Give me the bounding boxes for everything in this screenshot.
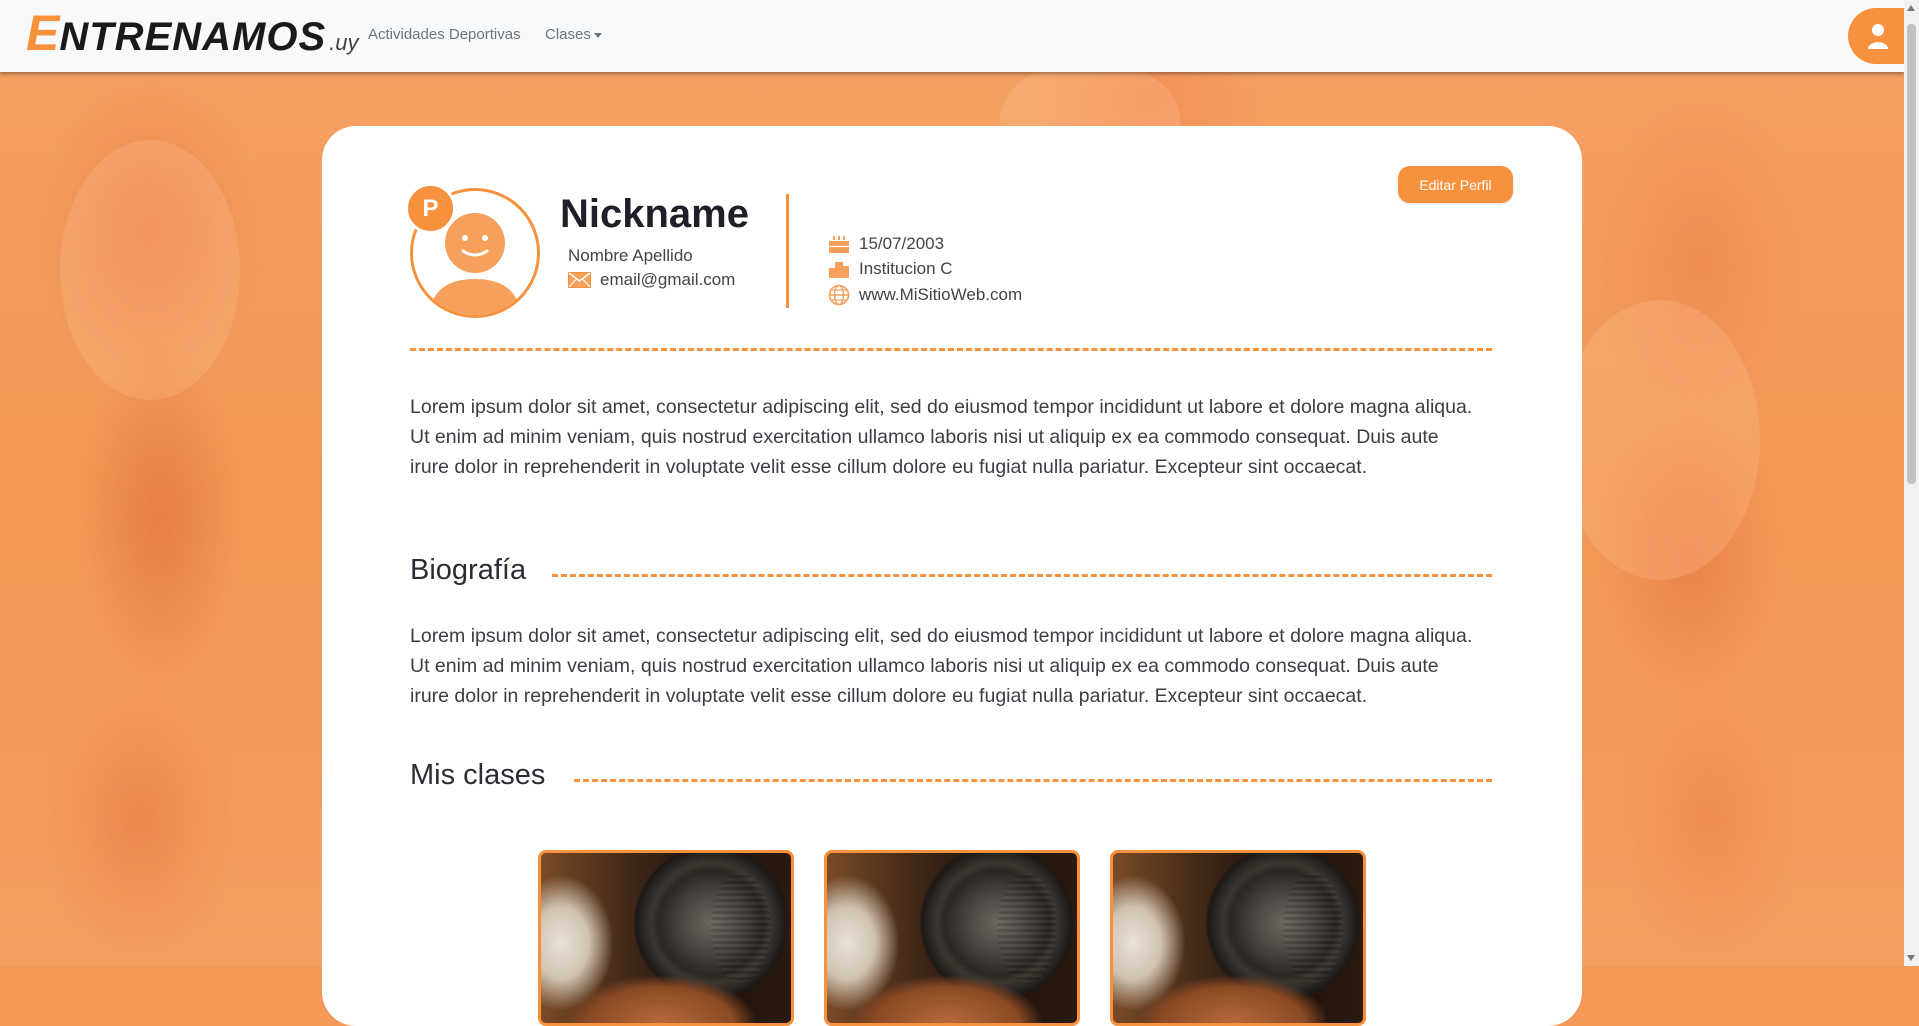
birthdate-row: 15/07/2003: [828, 234, 944, 254]
caret-down-icon: [593, 32, 602, 38]
brand-name: NTRENAMOS: [59, 15, 327, 59]
website-link[interactable]: www.MiSitioWeb.com: [859, 285, 1022, 305]
classes-separator: [574, 779, 1492, 782]
class-card[interactable]: [1110, 850, 1366, 1026]
brand-initial: E: [26, 5, 60, 61]
class-card[interactable]: [538, 850, 794, 1026]
website-row: www.MiSitioWeb.com: [828, 284, 1022, 306]
email-icon: [568, 272, 591, 288]
brand-suffix: .uy: [329, 30, 359, 55]
cake-icon: [829, 236, 849, 253]
scroll-thumb[interactable]: [1907, 24, 1916, 484]
edit-profile-button[interactable]: Editar Perfil: [1398, 166, 1513, 203]
nav-link-actividades[interactable]: Actividades Deportivas: [368, 26, 521, 43]
biography-text: Lorem ipsum dolor sit amet, consectetur …: [410, 625, 1473, 707]
navbar: E NTRENAMOS .uy Actividades Deportivas Cla…: [0, 0, 1908, 72]
full-name: Nombre Apellido: [568, 246, 693, 265]
institution-icon: [829, 262, 849, 278]
institution-text: Institucion C: [859, 259, 953, 278]
user-icon: [1868, 24, 1888, 49]
email-row: email@gmail.com: [568, 270, 735, 290]
nav-dropdown-label: Clases: [545, 26, 591, 43]
dumbbell-image: [711, 873, 771, 983]
scroll-down-arrow[interactable]: [1907, 955, 1915, 961]
birthdate-text: 15/07/2003: [859, 234, 945, 253]
email-text: email@gmail.com: [600, 270, 736, 289]
globe-icon: [828, 284, 850, 306]
class-card[interactable]: [824, 850, 1080, 1026]
user-menu-button[interactable]: [1848, 8, 1908, 64]
institution-row: Institucion C: [828, 259, 953, 279]
scroll-up-arrow[interactable]: [1907, 5, 1915, 11]
description-text: Lorem ipsum dolor sit amet, consectetur …: [410, 396, 1473, 478]
biography-title: Biografía: [410, 554, 527, 586]
profile-card: Editar Perfil P Nickname Nombre Apellido…: [322, 126, 1582, 1026]
header-separator: [410, 348, 1492, 351]
nav-dropdown-clases[interactable]: Clases: [545, 26, 602, 43]
header-divider: [786, 194, 789, 308]
avatar-badge: P: [405, 183, 456, 234]
brand-logo[interactable]: E NTRENAMOS .uy: [26, 8, 359, 58]
dumbbell-image: [1283, 873, 1343, 983]
dumbbell-image: [997, 873, 1057, 983]
nickname: Nickname: [560, 192, 749, 236]
avatar: P: [405, 183, 540, 318]
classes-title: Mis clases: [410, 759, 546, 791]
scrollbar[interactable]: [1904, 0, 1919, 966]
biography-separator: [552, 574, 1492, 577]
